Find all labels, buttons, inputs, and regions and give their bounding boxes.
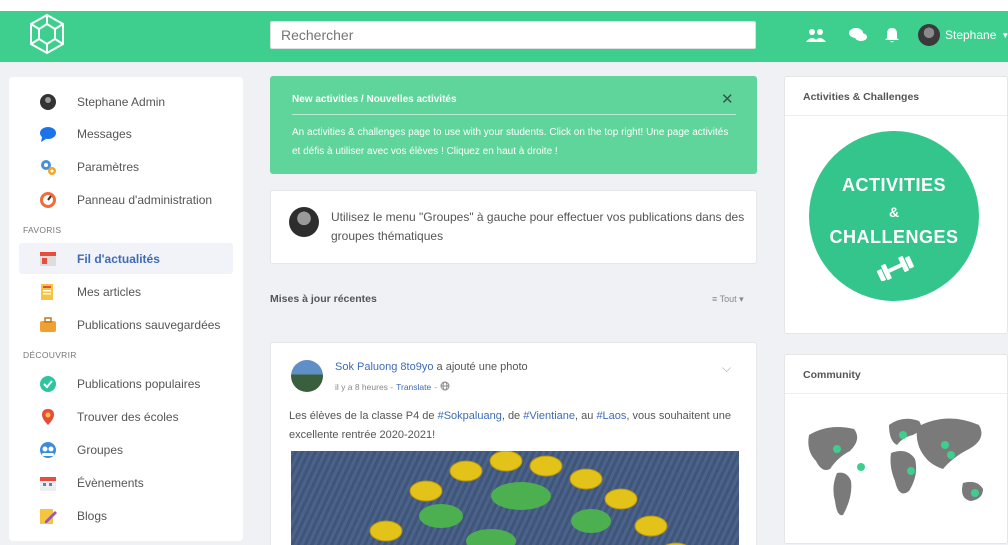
banner-line-activities: ACTIVITIES xyxy=(841,175,946,195)
friends-icon[interactable] xyxy=(806,27,826,43)
top-bar: Stephane ▼ xyxy=(0,0,1008,62)
globe-icon xyxy=(440,381,450,393)
sidebar-item-label: Publications sauvegardées xyxy=(77,317,221,332)
banner-line-challenges: CHALLENGES xyxy=(829,227,959,247)
sidebar-item-groups[interactable]: Groupes xyxy=(19,434,233,465)
meta-separator: - xyxy=(434,382,438,392)
post-time: il y a 8 heures - xyxy=(335,382,394,392)
sidebar-item-label: Paramètres xyxy=(77,159,140,174)
search-input[interactable] xyxy=(270,21,756,49)
post-text-segment: Les élèves de la classe P4 de xyxy=(289,410,438,422)
briefcase-icon xyxy=(39,316,57,334)
sidebar-item-find-schools[interactable]: Trouver des écoles xyxy=(19,401,233,432)
recent-updates-heading: Mises à jour récentes xyxy=(270,293,377,305)
post-meta: il y a 8 heures - Translate - xyxy=(335,381,450,393)
post-text-segment: , au xyxy=(575,410,597,422)
post-author-link[interactable]: Sok Paluong 8to9yo xyxy=(335,361,433,373)
site-logo[interactable] xyxy=(24,11,70,57)
feed-post: Sok Paluong 8to9yo a ajouté une photo il… xyxy=(270,342,757,545)
articles-icon xyxy=(39,283,57,301)
post-header: Sok Paluong 8to9yo a ajouté une photo xyxy=(335,361,528,373)
sidebar-item-label: Évènements xyxy=(77,475,144,490)
user-menu[interactable]: Stephane ▼ xyxy=(918,22,1008,48)
news-feed-icon xyxy=(39,250,57,268)
messages-icon[interactable] xyxy=(848,27,868,43)
sidebar-item-label: Panneau d'administration xyxy=(77,192,213,207)
community-world-map[interactable] xyxy=(799,405,999,525)
activities-challenges-banner[interactable]: ACTIVITIES & CHALLENGES xyxy=(809,131,979,301)
activities-card-title: Activities & Challenges xyxy=(803,91,920,103)
post-photo[interactable] xyxy=(291,451,739,545)
sidebar-item-label: Mes articles xyxy=(77,284,142,299)
activities-card: Activities & Challenges ACTIVITIES & CHA… xyxy=(784,76,1008,334)
divider xyxy=(785,393,1007,394)
hashtag-link[interactable]: #Sokpaluang xyxy=(438,410,502,422)
sidebar-item-parametres[interactable]: Paramètres xyxy=(19,151,233,182)
post-options-chevron-icon[interactable]: ⌵ xyxy=(722,361,731,376)
post-text-segment: , de xyxy=(501,410,524,422)
community-card: Community xyxy=(784,354,1008,544)
feed-filter-dropdown[interactable]: ≡ Tout ▾ xyxy=(712,294,744,305)
hashtag-link[interactable]: #Vientiane xyxy=(523,410,575,422)
sidebar-item-admin-panel[interactable]: Panneau d'administration xyxy=(19,184,233,215)
section-title-favoris: FAVORIS xyxy=(23,225,62,235)
location-pin-icon xyxy=(39,408,57,426)
chat-bubble-icon xyxy=(39,125,57,143)
post-action-text: a ajouté une photo xyxy=(433,361,528,373)
user-avatar xyxy=(918,24,940,46)
divider xyxy=(785,115,1007,116)
sidebar-item-messages[interactable]: Messages xyxy=(19,118,233,149)
popular-icon xyxy=(39,375,57,393)
sidebar-item-profile[interactable]: Stephane Admin xyxy=(19,86,233,117)
announcement-banner: New activities / Nouvelles activités ✕ A… xyxy=(270,76,757,174)
blog-icon xyxy=(39,507,57,525)
section-title-decouvrir: DÉCOUVRIR xyxy=(23,350,77,360)
sidebar-item-saved-posts[interactable]: Publications sauvegardées xyxy=(19,309,233,340)
divider xyxy=(292,114,736,115)
calendar-icon xyxy=(39,474,57,492)
sidebar-item-news-feed[interactable]: Fil d'actualités xyxy=(19,243,233,274)
community-card-title: Community xyxy=(803,369,861,381)
sidebar-item-label: Publications populaires xyxy=(77,376,201,391)
sidebar-item-label: Fil d'actualités xyxy=(77,251,160,266)
left-sidebar: Stephane Admin Messages Paramètres Panne… xyxy=(9,77,243,541)
sidebar-item-blogs[interactable]: Blogs xyxy=(19,500,233,531)
translate-link[interactable]: Translate xyxy=(396,382,431,392)
sidebar-item-label: Stephane Admin xyxy=(77,94,166,109)
user-name: Stephane xyxy=(945,28,997,42)
groups-icon xyxy=(39,441,57,459)
sidebar-item-popular-posts[interactable]: Publications populaires xyxy=(19,368,233,399)
groups-hint-card: Utilisez le menu "Groupes" à gauche pour… xyxy=(270,190,757,264)
admin-avatar xyxy=(289,207,319,237)
post-author-avatar[interactable] xyxy=(291,360,323,392)
sidebar-item-my-articles[interactable]: Mes articles xyxy=(19,276,233,307)
hashtag-link[interactable]: #Laos xyxy=(596,410,626,422)
profile-avatar-icon xyxy=(39,93,57,111)
announcement-body: An activities & challenges page to use w… xyxy=(292,127,729,157)
announcement-title: New activities / Nouvelles activités xyxy=(292,94,457,105)
gears-icon xyxy=(39,158,57,176)
notifications-bell-icon[interactable] xyxy=(884,27,904,43)
sidebar-item-label: Trouver des écoles xyxy=(77,409,179,424)
sidebar-item-label: Blogs xyxy=(77,508,108,523)
chevron-down-icon: ▼ xyxy=(1001,30,1008,40)
sidebar-item-label: Messages xyxy=(77,126,132,141)
gauge-icon xyxy=(39,191,57,209)
sidebar-item-label: Groupes xyxy=(77,442,124,457)
hint-text: Utilisez le menu "Groupes" à gauche pour… xyxy=(331,210,745,243)
close-icon[interactable]: ✕ xyxy=(721,90,734,108)
dumbbell-icon xyxy=(875,255,915,282)
sidebar-item-events[interactable]: Évènements xyxy=(19,467,233,498)
banner-line-ampersand: & xyxy=(888,204,900,220)
post-text: Les élèves de la classe P4 de #Sokpaluan… xyxy=(289,407,744,445)
